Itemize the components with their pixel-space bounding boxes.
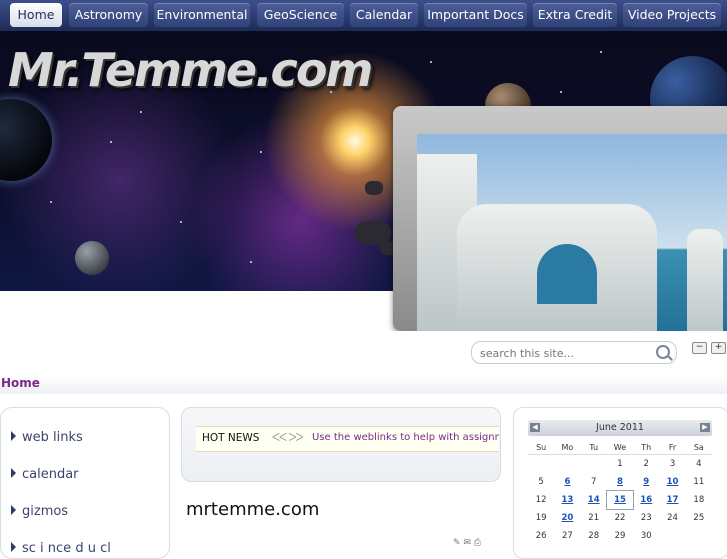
nav-calendar[interactable]: Calendar [350, 3, 418, 27]
nav-astronomy[interactable]: Astronomy [69, 3, 148, 27]
weekday-header: Tu [580, 440, 607, 455]
calendar-day[interactable]: 9 [633, 473, 659, 491]
calendar-day: 30 [640, 531, 652, 541]
calendar-day: 5 [538, 477, 544, 487]
hot-news-panel: HOT NEWS ᐸᐸ ᐳᐳ Use the weblinks to help … [181, 407, 501, 482]
calendar-header: ◀ June 2011 ▶ [528, 420, 712, 436]
calendar-day: 25 [693, 513, 705, 523]
search-input[interactable] [478, 344, 652, 362]
calendar-empty-cell [686, 527, 712, 545]
weekday-header: Su [528, 440, 555, 455]
moon-image [75, 241, 109, 275]
weekday-header: Sa [685, 440, 712, 455]
breadcrumb: Home [0, 376, 727, 394]
calendar-day: 29 [614, 531, 626, 541]
sidebar-item-label: gizmos [22, 504, 69, 519]
calendar-day: 18 [693, 495, 705, 505]
planet-image [0, 99, 52, 181]
calendar-empty-cell [528, 455, 554, 474]
calendar-day[interactable]: 6 [554, 473, 580, 491]
calendar-day[interactable]: 20 [554, 509, 580, 527]
calendar-day: 23 [640, 513, 652, 523]
calendar-day: 26 [535, 531, 547, 541]
calendar-day: 3 [669, 459, 676, 469]
calendar-widget: ◀ June 2011 ▶ Su Mo Tu We Th Fr Sa 1 2 3 4 5 6 7 8 9 10… [513, 407, 727, 559]
calendar-day: 7 [590, 477, 597, 487]
calendar-week: 26 27 28 29 30 [528, 527, 712, 545]
caret-right-icon [11, 542, 16, 552]
caret-right-icon [11, 468, 16, 478]
calendar-week: 12 13 14 15 16 17 18 [528, 490, 712, 510]
monitor-frame [393, 106, 727, 331]
caret-right-icon [11, 505, 16, 515]
top-nav: Home Astronomy Environmental GeoScience … [0, 0, 727, 31]
header-banner: Mr.Temme.com [0, 31, 727, 331]
weekday-header: Th [633, 440, 660, 455]
calendar-day[interactable]: 17 [659, 491, 685, 509]
zoom-in-button[interactable]: + [711, 342, 726, 354]
nav-important-docs[interactable]: Important Docs [424, 3, 527, 27]
nav-geoscience[interactable]: GeoScience [257, 3, 344, 27]
calendar-empty-cell [581, 455, 607, 474]
news-ticker: HOT NEWS ᐸᐸ ᐳᐳ Use the weblinks to help … [196, 426, 499, 452]
calendar-day[interactable]: 8 [607, 473, 633, 491]
nav-extra-credit[interactable]: Extra Credit [533, 3, 617, 27]
calendar-day: 2 [643, 459, 649, 469]
calendar-day[interactable]: 10 [659, 473, 685, 491]
calendar-day: 12 [535, 495, 547, 505]
sidebar-item-science-tutorials[interactable]: sc i nce d u cl [11, 541, 111, 556]
calendar-empty-cell [554, 455, 580, 474]
calendar-grid: Su Mo Tu We Th Fr Sa 1 2 3 4 5 6 7 8 9 10 11 12 13 14 15 16 17… [528, 440, 712, 545]
caret-right-icon [11, 431, 16, 441]
site-logo: Mr.Temme.com [8, 43, 373, 97]
sidebar-item-web-links[interactable]: web links [11, 430, 83, 445]
ticker-arrows-icon[interactable]: ᐸᐸ ᐳᐳ [272, 431, 304, 444]
calendar-day: 27 [562, 531, 573, 541]
page-tools[interactable]: ✎ ✉ ⎙ [453, 538, 481, 548]
calendar-day: 11 [693, 477, 705, 487]
next-month-icon[interactable]: ▶ [700, 423, 710, 432]
calendar-day[interactable]: 14 [581, 491, 607, 509]
sidebar-item-label: calendar [22, 467, 79, 482]
nav-environmental[interactable]: Environmental [154, 3, 250, 27]
calendar-day[interactable]: 16 [633, 491, 659, 509]
weekday-header: We [606, 440, 634, 455]
zoom-out-button[interactable]: − [692, 342, 707, 354]
magnifier-icon[interactable] [656, 345, 670, 359]
calendar-empty-cell [659, 527, 685, 545]
nav-video-projects[interactable]: Video Projects [623, 3, 721, 27]
search-box[interactable] [471, 341, 677, 364]
weekday-header: Fr [659, 440, 686, 455]
calendar-day[interactable]: 13 [554, 491, 580, 509]
calendar-day[interactable]: 15 [605, 490, 635, 510]
ticker-message[interactable]: Use the weblinks to help with assignment… [312, 432, 499, 443]
calendar-day: 19 [535, 513, 547, 523]
sidebar: web links calendar gizmos sc i nce d u c… [0, 407, 170, 559]
cliffs-photo [417, 134, 727, 331]
hot-news-label: HOT NEWS [202, 432, 260, 444]
page-title: mrtemme.com [186, 499, 320, 520]
calendar-week: 5 6 7 8 9 10 11 [528, 473, 712, 491]
weekday-header: Mo [554, 440, 581, 455]
calendar-month: June 2011 [596, 422, 644, 433]
sidebar-item-label: sc i nce d u cl [22, 541, 111, 556]
sidebar-item-gizmos[interactable]: gizmos [11, 504, 68, 519]
nav-home[interactable]: Home [10, 3, 62, 27]
calendar-day: 24 [667, 513, 678, 523]
calendar-day: 4 [696, 459, 702, 469]
calendar-week: 19 20 21 22 23 24 25 [528, 509, 712, 527]
calendar-day: 1 [617, 459, 623, 469]
calendar-day: 21 [588, 513, 600, 523]
calendar-week: 1 2 3 4 [528, 455, 712, 474]
calendar-day: 22 [614, 513, 626, 523]
calendar-day: 28 [588, 531, 600, 541]
sidebar-item-calendar[interactable]: calendar [11, 467, 79, 482]
sidebar-item-label: web links [22, 430, 83, 445]
breadcrumb-home[interactable]: Home [1, 376, 40, 390]
